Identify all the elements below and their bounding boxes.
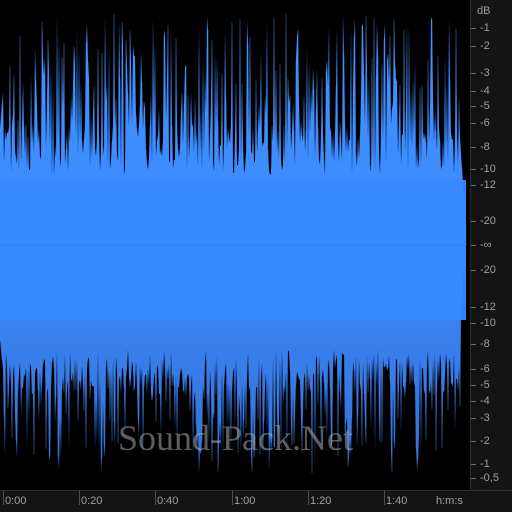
db-tick [471, 46, 476, 47]
db-tick [471, 147, 476, 148]
db-tick [471, 441, 476, 442]
time-tick [3, 491, 4, 505]
db-label: -2 [480, 435, 490, 447]
db-tick [471, 106, 476, 107]
db-label: -3 [480, 412, 490, 424]
db-label: -2 [480, 40, 490, 52]
db-label: -12 [480, 301, 496, 313]
db-tick [471, 221, 476, 222]
waveform-body [0, 13, 467, 474]
db-tick [471, 369, 476, 370]
db-label: -10 [480, 163, 496, 175]
time-label: 0:40 [157, 495, 179, 507]
db-label: -6 [480, 117, 490, 129]
audio-editor: dB -1 -2 -3 -4 -5 -6 -8 -10 -12 -20 -∞ -20 -12 -10 -8 -… [0, 0, 512, 512]
waveform-view[interactable] [0, 0, 470, 490]
time-label: 1:20 [310, 495, 332, 507]
db-tick [471, 323, 476, 324]
db-label: -20 [480, 264, 496, 276]
db-label: -12 [480, 179, 496, 191]
db-tick [471, 418, 476, 419]
waveform[interactable] [0, 0, 470, 490]
db-tick [471, 401, 476, 402]
time-label: 0:20 [81, 495, 103, 507]
time-tick [232, 491, 233, 505]
time-label: 1:40 [386, 495, 408, 507]
db-tick [471, 270, 476, 271]
db-label: -4 [480, 85, 490, 97]
db-label: -20 [480, 215, 496, 227]
time-tick [155, 491, 156, 505]
db-tick [471, 169, 476, 170]
db-scale: dB -1 -2 -3 -4 -5 -6 -8 -10 -12 -20 -∞ -20 -12 -10 -8 -… [470, 0, 512, 490]
db-label: -3 [480, 67, 490, 79]
time-label: 0:00 [5, 495, 27, 507]
db-label: -0,5 [480, 472, 499, 484]
db-label: -10 [480, 317, 496, 329]
db-tick [471, 478, 476, 479]
db-tick [471, 385, 476, 386]
db-unit-label: dB [477, 5, 491, 17]
db-tick [471, 464, 476, 465]
time-tick [384, 491, 385, 505]
db-tick [471, 73, 476, 74]
db-tick [471, 307, 476, 308]
db-tick [471, 91, 476, 92]
db-tick [471, 245, 476, 246]
time-tick [308, 491, 309, 505]
db-tick [471, 185, 476, 186]
db-label: -1 [480, 458, 490, 470]
db-label: -8 [480, 338, 490, 350]
time-label: 1:00 [234, 495, 256, 507]
db-label: -5 [480, 100, 490, 112]
db-tick [471, 344, 476, 345]
db-label: -8 [480, 141, 490, 153]
db-label: -5 [480, 379, 490, 391]
db-label: -∞ [480, 239, 492, 251]
db-tick [471, 28, 476, 29]
db-label: -1 [480, 22, 490, 34]
time-tick [79, 491, 80, 505]
time-unit-label: h:m:s [436, 495, 463, 507]
db-tick [471, 123, 476, 124]
db-label: -6 [480, 363, 490, 375]
time-scale: h:m:s 0:00 0:20 0:40 1:00 1:20 1:40 [0, 490, 512, 512]
db-label: -4 [480, 395, 490, 407]
